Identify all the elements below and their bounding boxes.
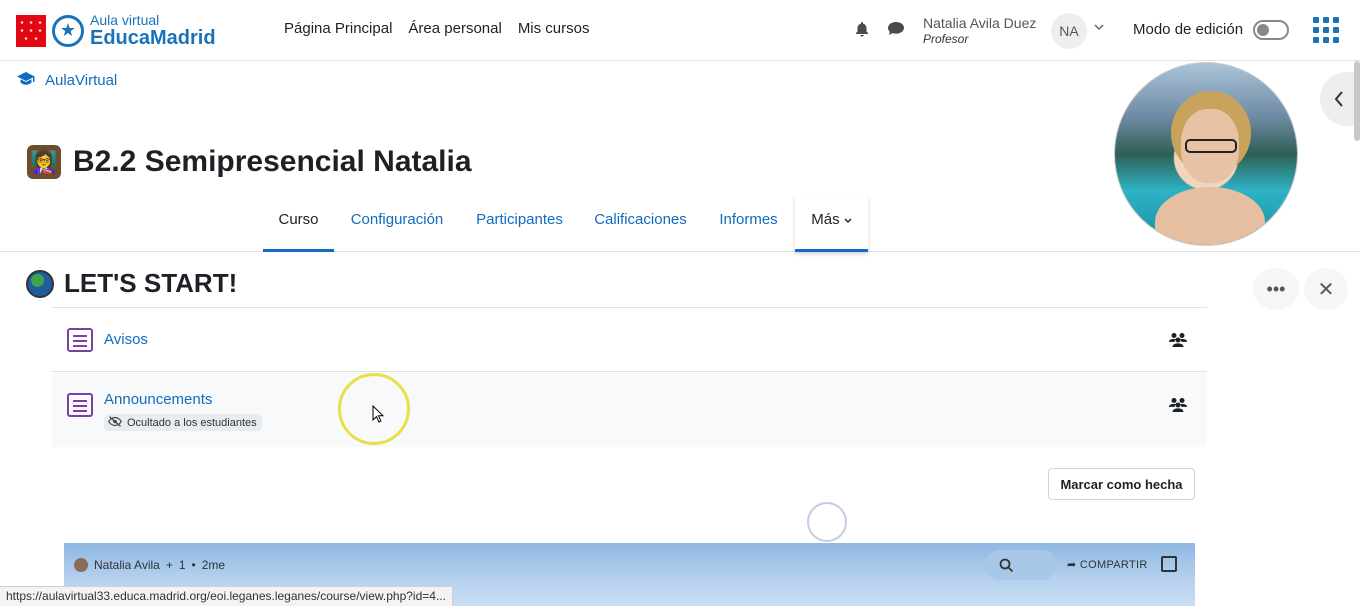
hidden-from-students-badge: Ocultado a los estudiantes bbox=[104, 414, 262, 431]
page-scrollbar[interactable] bbox=[1354, 61, 1360, 141]
globe-icon bbox=[26, 270, 54, 298]
forum-icon bbox=[67, 393, 93, 417]
brand-text: Aula virtual EducaMadrid bbox=[90, 13, 216, 48]
mouse-pointer-icon bbox=[372, 405, 384, 423]
breadcrumb: AulaVirtual bbox=[17, 72, 117, 89]
apps-grid-icon[interactable] bbox=[1313, 17, 1339, 43]
graduation-cap-icon bbox=[17, 72, 35, 89]
tab-course[interactable]: Curso bbox=[263, 196, 334, 252]
edit-mode-toggle[interactable] bbox=[1253, 20, 1289, 40]
loading-spinner bbox=[807, 502, 847, 542]
tab-grades[interactable]: Calificaciones bbox=[587, 196, 694, 252]
nav-dashboard[interactable]: Área personal bbox=[408, 20, 501, 37]
webcam-overlay bbox=[1114, 62, 1298, 246]
embed-author[interactable]: Natalia Avila + 1 • 2me bbox=[74, 558, 225, 572]
eye-slash-icon bbox=[108, 415, 122, 430]
tab-participants[interactable]: Participantes bbox=[468, 196, 571, 252]
madrid-flag-icon bbox=[16, 14, 46, 47]
share-label: COMPARTIR bbox=[1079, 559, 1148, 571]
external-link-icon[interactable] bbox=[1161, 556, 1177, 572]
course-title: B2.2 Semipresencial Natalia bbox=[73, 145, 472, 178]
tab-reports[interactable]: Informes bbox=[710, 196, 787, 252]
activity-title[interactable]: Announcements bbox=[104, 391, 212, 408]
top-navbar: ★ Aula virtual EducaMadrid Página Princi… bbox=[0, 0, 1360, 61]
nav-my-courses[interactable]: Mis cursos bbox=[518, 20, 590, 37]
tab-more[interactable]: Más bbox=[795, 196, 868, 252]
share-arrow-icon: ➦ bbox=[1067, 559, 1077, 571]
course-teacher-icon: 👩‍🏫 bbox=[27, 145, 61, 179]
tab-settings[interactable]: Configuración bbox=[342, 196, 452, 252]
activity-forum-avisos: Avisos bbox=[52, 308, 1207, 372]
breadcrumb-aulavirtual[interactable]: AulaVirtual bbox=[45, 72, 117, 89]
main-nav: Página Principal Área personal Mis curso… bbox=[284, 20, 590, 37]
user-name: Natalia Avila Duez bbox=[923, 15, 1037, 31]
section-title: LET'S START! bbox=[64, 268, 238, 298]
mark-as-done-button[interactable]: Marcar como hecha bbox=[1048, 468, 1195, 500]
embed-author-name: Natalia Avila bbox=[94, 558, 160, 572]
star-logo-icon: ★ bbox=[52, 14, 84, 47]
status-bar-url: https://aulavirtual33.educa.madrid.org/e… bbox=[0, 586, 453, 606]
group-mode-icon[interactable] bbox=[1168, 397, 1190, 413]
chevron-down-icon[interactable] bbox=[1094, 22, 1104, 34]
search-icon[interactable] bbox=[985, 550, 1057, 580]
plus-icon: + bbox=[165, 558, 173, 572]
brand-line2: EducaMadrid bbox=[90, 27, 216, 49]
author-avatar bbox=[74, 558, 88, 572]
user-role: Profesor bbox=[923, 32, 969, 46]
activity-forum-announcements: Announcements Ocultado a los estudiantes bbox=[52, 373, 1207, 447]
user-menu[interactable]: Natalia Avila Duez Profesor bbox=[923, 15, 1036, 46]
embed-time: 2me bbox=[201, 558, 226, 572]
tab-more-label: Más bbox=[811, 211, 840, 228]
share-button[interactable]: ➦ COMPARTIR bbox=[1067, 558, 1148, 571]
notifications-bell-icon[interactable] bbox=[855, 22, 871, 38]
activity-title[interactable]: Avisos bbox=[104, 331, 148, 348]
forum-icon bbox=[67, 328, 93, 352]
chevron-down-icon bbox=[844, 218, 852, 223]
close-icon[interactable]: ✕ bbox=[1304, 268, 1348, 310]
dot-separator: • bbox=[191, 558, 196, 572]
user-avatar[interactable]: NA bbox=[1051, 13, 1087, 49]
nav-home[interactable]: Página Principal bbox=[284, 20, 392, 37]
brand-line1: Aula virtual bbox=[90, 12, 160, 28]
badge-label: Ocultado a los estudiantes bbox=[127, 416, 257, 429]
more-options-icon[interactable]: ••• bbox=[1253, 268, 1299, 310]
edit-mode-label: Modo de edición bbox=[1133, 21, 1244, 38]
messages-chat-icon[interactable] bbox=[888, 22, 904, 38]
site-logo[interactable]: ★ Aula virtual EducaMadrid bbox=[16, 13, 216, 48]
embed-count: 1 bbox=[178, 558, 186, 572]
group-mode-icon[interactable] bbox=[1168, 332, 1190, 348]
